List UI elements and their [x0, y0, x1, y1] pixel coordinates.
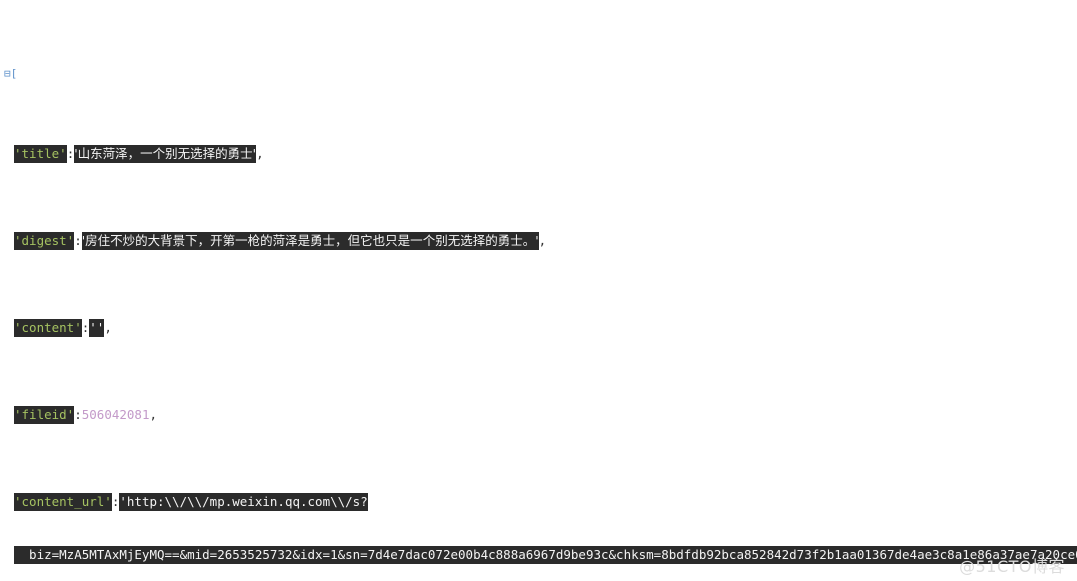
value-digest: '房住不炒的大背景下，开第一枪的菏泽是勇士，但它也只是一个别无选择的勇士。' [81, 232, 539, 251]
value-fileid: 506042081 [81, 407, 150, 423]
comma: , [149, 407, 158, 423]
value-title: '山东菏泽，一个别无选择的勇士' [74, 145, 257, 164]
field-row-title: 'title':'山东菏泽，一个别无选择的勇士', [0, 145, 1077, 164]
field-row-fileid: 'fileid':506042081, [0, 406, 1077, 425]
key-digest: 'digest' [14, 232, 75, 251]
comma: , [538, 233, 547, 249]
comma: , [256, 146, 264, 162]
content-url-wrap-line2: biz=MzA5MTAxMjEyMQ==&mid=2653525732&idx=… [0, 545, 1077, 564]
key-content: 'content' [14, 319, 82, 338]
fold-toggle-root-icon[interactable]: ⊟[ [4, 65, 17, 82]
key-title: 'title' [14, 145, 67, 164]
watermark: @51CTO博客 [959, 556, 1065, 576]
json-viewer[interactable]: ⊟[ 'title':'山东菏泽，一个别无选择的勇士', 'digest':'房… [0, 0, 1077, 581]
value-content-url-line2: biz=MzA5MTAxMjEyMQ==&mid=2653525732&idx=… [14, 545, 1077, 564]
value-content: '' [89, 319, 105, 338]
top-fold-row: ⊟[ [0, 67, 1077, 80]
colon: : [74, 407, 82, 423]
field-row-content-url: 'content_url':'http:\\/\\/mp.weixin.qq.c… [0, 493, 1077, 512]
field-row-digest: 'digest':'房住不炒的大背景下，开第一枪的菏泽是勇士，但它也只是一个别无… [0, 232, 1077, 251]
key-content-url: 'content_url' [14, 493, 112, 512]
key-fileid: 'fileid' [14, 406, 75, 425]
colon: : [74, 233, 82, 249]
comma: , [104, 320, 112, 336]
field-row-content: 'content':'', [0, 319, 1077, 338]
value-content-url-line1: 'http:\\/\\/mp.weixin.qq.com\\/s? [119, 493, 368, 512]
